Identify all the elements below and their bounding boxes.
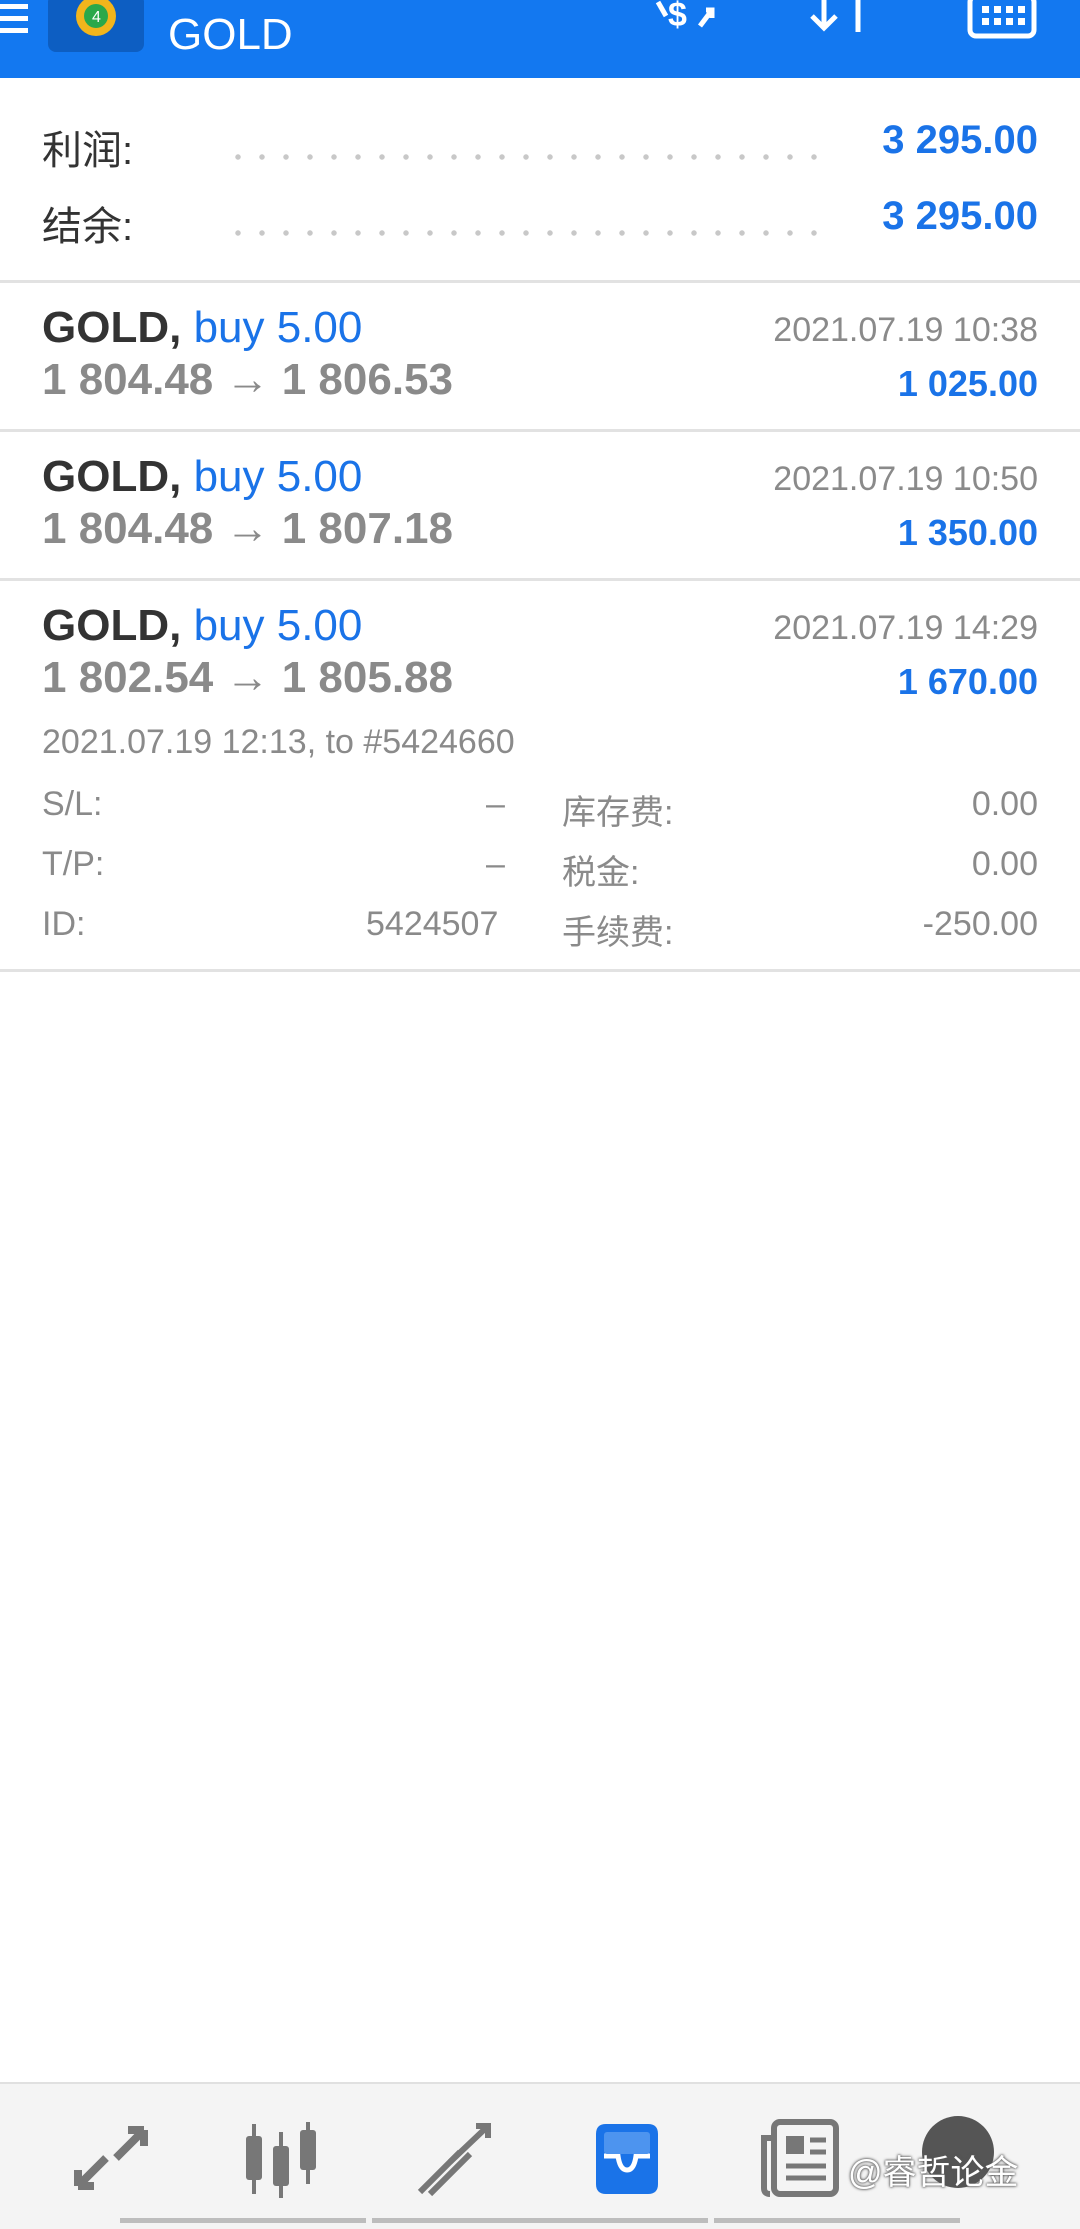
nav-indicator [120,2218,366,2223]
sl-label: S/L: [42,785,103,823]
trade-symbol: GOLD, buy 5.00 [42,601,363,650]
divider [0,969,1080,972]
profit-label: 利润: [42,129,134,173]
chart-icon[interactable] [236,2114,326,2204]
trade-profit: 1 350.00 [897,512,1038,553]
sl-value: – [486,785,505,823]
balance-label: 结余: [42,205,134,249]
trade-side: buy 5.00 [193,303,363,352]
top-bar: 4 GOLD $ [0,0,1080,78]
trade-prices: 1 802.54 → 1 805.88 [42,653,453,702]
trade-side: buy 5.00 [193,601,363,650]
dot-leader [226,230,832,236]
trade-row[interactable]: GOLD, buy 5.00 1 804.48 → 1 807.18 2021.… [0,432,1080,578]
open-info: 2021.07.19 12:13, to #5424660 [42,723,515,761]
history-icon[interactable] [582,2114,672,2204]
trade-profit: 1 025.00 [897,363,1038,404]
menu-icon[interactable] [0,4,30,34]
trade-icon[interactable] [410,2114,500,2204]
calendar-icon[interactable] [966,0,1038,45]
nav-indicator [372,2218,708,2223]
balance-value: 3 295.00 [882,194,1038,238]
trade-symbol: GOLD, buy 5.00 [42,303,363,352]
commission-value: -250.00 [922,905,1038,943]
id-value: 5424507 [366,905,499,943]
trade-row-expanded[interactable]: GOLD, buy 5.00 1 802.54 → 1 805.88 2021.… [0,581,1080,969]
app-logo: 4 [48,0,144,52]
watermark: @睿哲论金 [848,2154,1019,2192]
trade-time: 2021.07.19 14:29 [773,609,1038,647]
swap-value: 0.00 [971,785,1038,823]
dot-leader [226,154,832,160]
profit-row: 利润: 3 295.00 [0,112,1080,182]
account-summary: 利润: 3 295.00 结余: 3 295.00 [0,80,1080,280]
trade-time: 2021.07.19 10:38 [773,311,1038,349]
news-icon[interactable] [756,2114,846,2204]
commission-label: 手续费: [562,914,674,952]
quotes-icon[interactable] [66,2114,156,2204]
tp-value: – [486,845,505,883]
balance-row: 结余: 3 295.00 [0,188,1080,258]
tp-label: T/P: [42,845,105,883]
trade-time: 2021.07.19 10:50 [773,460,1038,498]
swap-label: 库存费: [562,794,674,832]
sort-icon[interactable] [806,0,876,45]
trade-symbol: GOLD, buy 5.00 [42,452,363,501]
trade-prices: 1 804.48 → 1 807.18 [42,504,453,553]
tax-value: 0.00 [971,845,1038,883]
trade-row[interactable]: GOLD, buy 5.00 1 804.48 → 1 806.53 2021.… [0,283,1080,429]
tax-label: 税金: [562,854,640,892]
trade-side: buy 5.00 [193,452,363,501]
nav-indicator [714,2218,960,2223]
id-label: ID: [42,905,86,943]
svg-text:4: 4 [92,9,101,26]
svg-text:$: $ [668,0,687,34]
page-title: GOLD [168,10,293,59]
trade-prices: 1 804.48 → 1 806.53 [42,355,453,404]
profit-value: 3 295.00 [882,118,1038,162]
exchange-icon[interactable]: $ [650,0,730,45]
trade-profit: 1 670.00 [897,661,1038,702]
